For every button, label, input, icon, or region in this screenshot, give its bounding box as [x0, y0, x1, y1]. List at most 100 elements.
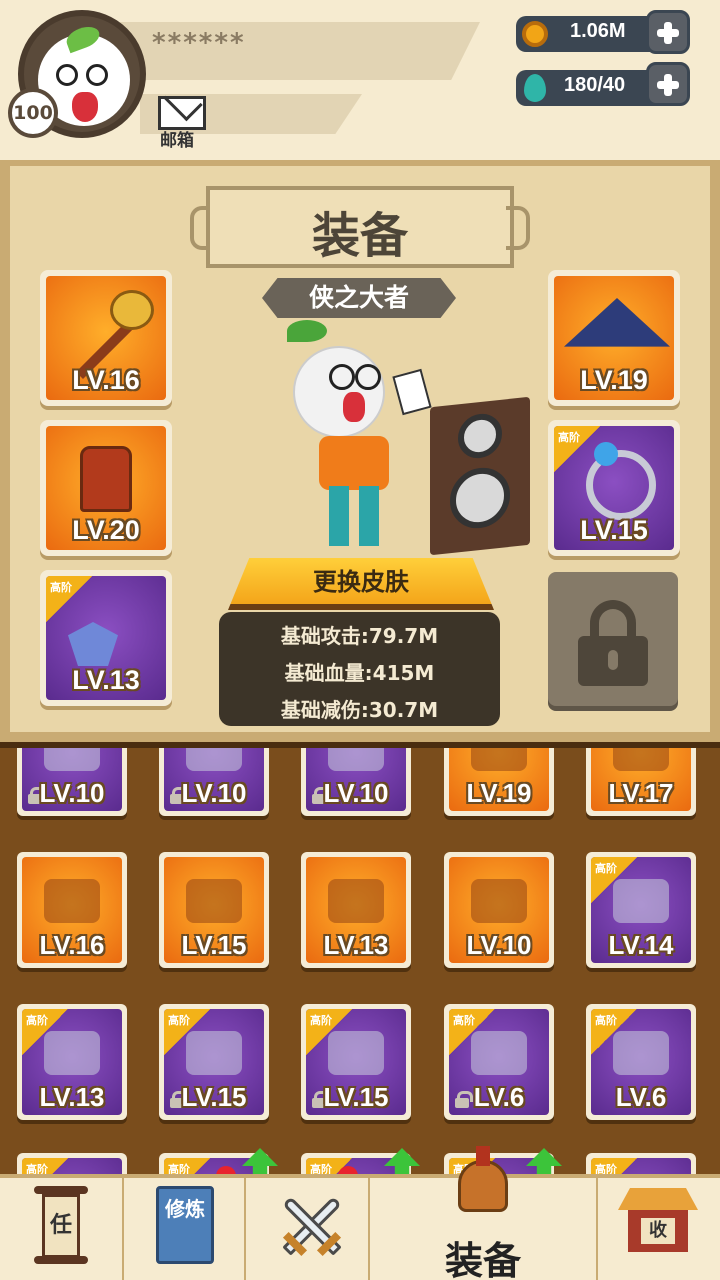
slot-level: LV.6 [615, 1082, 667, 1112]
slot-background: LV.19 [554, 276, 674, 400]
inventory-slot[interactable]: LV.17 [586, 748, 696, 816]
slot-background: 高阶 LV.14 [591, 857, 691, 963]
blade-icon [44, 1031, 100, 1075]
spear-icon [186, 879, 242, 923]
bracer-icon [613, 1031, 669, 1075]
slot-background: 高阶 LV.6 [591, 1009, 691, 1115]
slot-level: LV.10 [39, 778, 105, 808]
slot-background: LV.10 [306, 748, 406, 811]
hero-title: 侠之大者 [262, 278, 456, 318]
tweeter [458, 411, 502, 461]
coin-value: 1.06M [570, 20, 626, 42]
locked-slot[interactable] [548, 572, 678, 706]
necklace-icon [68, 622, 118, 666]
slot-level: LV.15 [181, 930, 247, 960]
nav-equipment[interactable]: 装备 [370, 1146, 598, 1280]
inventory-slot[interactable]: LV.16 [17, 852, 127, 968]
inventory-slot[interactable]: LV.15 [159, 852, 269, 968]
glasses-icon [355, 364, 381, 390]
slot-level: LV.13 [72, 665, 140, 695]
inventory-slot[interactable]: LV.10 [301, 748, 411, 816]
item-icon [186, 748, 242, 771]
inventory-slot[interactable]: 高阶 [586, 1153, 696, 1176]
ring-gem [594, 442, 618, 466]
stat-damage-reduction: 基础减伤:30.7M [280, 698, 439, 722]
gauntlet-icon [613, 879, 669, 923]
inventory-slot[interactable]: 高阶 LV.14 [586, 852, 696, 968]
glasses-icon [329, 364, 355, 390]
scroll-icon: 任 [34, 1186, 88, 1266]
slot-background: LV.10 [22, 748, 122, 811]
nav-equipment-label: 装备 [444, 1239, 521, 1280]
inventory-slot[interactable]: LV.13 [301, 852, 411, 968]
stat-health: 基础血量:415M [284, 661, 435, 685]
stamina-counter: 180/40 [516, 70, 666, 106]
balloon-icon [524, 74, 546, 102]
inventory-slot[interactable]: LV.10 [17, 748, 127, 816]
equip-slot-hat[interactable]: LV.19 [548, 270, 680, 406]
leaf-icon [63, 22, 103, 54]
nav-cultivate[interactable]: 修炼 [124, 1178, 246, 1280]
inventory-slot[interactable]: 高阶 LV.6 [586, 1004, 696, 1120]
inventory-slot[interactable]: LV.19 [444, 748, 554, 816]
slot-level: LV.17 [608, 778, 674, 808]
tier-badge: 高阶 [46, 576, 92, 622]
slot-level: LV.16 [72, 365, 140, 395]
slot-background: LV.15 [164, 857, 264, 963]
envelope-icon [158, 96, 206, 130]
slot-background: LV.13 [306, 857, 406, 963]
hero-leg [359, 486, 379, 546]
equip-slot-ring[interactable]: 高阶 LV.15 [548, 420, 680, 556]
bottom-nav: 任 修炼 装备 收 [0, 1146, 720, 1280]
player-name: ****** [152, 28, 246, 58]
wand-icon [613, 748, 669, 771]
slot-level: LV.20 [72, 515, 140, 545]
add-stamina-button[interactable] [646, 62, 690, 106]
inventory-grid[interactable]: LV.10 LV.10 LV.10 LV.19 LV.17 LV.16 LV.15 LV.13… [0, 742, 720, 1176]
nav-quests[interactable]: 任 [0, 1178, 124, 1280]
hero-character [285, 320, 445, 560]
slot-level: LV.19 [466, 778, 532, 808]
inventory-slot[interactable]: LV.10 [444, 852, 554, 968]
nav-shop[interactable]: 收 [598, 1178, 720, 1280]
slot-level: LV.15 [580, 515, 648, 545]
inventory-slot[interactable]: 高阶 LV.15 [301, 1004, 411, 1120]
inventory-slot[interactable]: 高阶 LV.15 [159, 1004, 269, 1120]
mail-label: 邮箱 [160, 131, 194, 151]
shrine-icon: 收 [618, 1188, 698, 1258]
hero-head [293, 346, 385, 438]
slot-background: LV.10 [164, 748, 264, 811]
slot-background: LV.16 [22, 857, 122, 963]
add-coins-button[interactable] [646, 10, 690, 54]
inventory-slot[interactable]: 高阶 LV.6 [444, 1004, 554, 1120]
change-skin-button[interactable]: 更换皮肤 [228, 558, 494, 610]
item-icon [44, 748, 100, 771]
slot-level: LV.10 [181, 778, 247, 808]
coin-counter: 1.06M [516, 16, 666, 52]
slot-background: 高阶 LV.6 [449, 1009, 549, 1115]
stats-box: 基础攻击:79.7M 基础血量:415M 基础减伤:30.7M [219, 612, 500, 726]
slot-level: LV.13 [323, 930, 389, 960]
equip-slot-necklace[interactable]: 高阶 LV.13 [40, 570, 172, 706]
hero-leg [329, 486, 349, 546]
hat-icon [564, 298, 670, 347]
inventory-slot[interactable]: 高阶 [17, 1153, 127, 1176]
page-title: 装备 [311, 208, 408, 264]
slot-background: LV.19 [449, 748, 549, 811]
slot-background: 高阶 LV.15 [306, 1009, 406, 1115]
nav-battle[interactable] [246, 1178, 370, 1280]
slot-level: LV.10 [323, 778, 389, 808]
player-header: ****** 邮箱 100 1.06M 180/40 [0, 0, 720, 160]
inventory-slot[interactable]: 高阶 LV.13 [17, 1004, 127, 1120]
mouth-icon [343, 392, 365, 422]
armor-icon [80, 446, 132, 512]
slot-level: LV.6 [473, 1082, 525, 1112]
staff-icon [44, 879, 100, 923]
slot-background: 高阶 LV.13 [22, 1009, 122, 1115]
equip-slot-armor[interactable]: LV.20 [40, 420, 172, 556]
stat-attack: 基础攻击:79.7M [280, 624, 439, 648]
inventory-slot[interactable]: LV.10 [159, 748, 269, 816]
coin-icon [522, 21, 548, 47]
equip-slot-weapon[interactable]: LV.16 [40, 270, 172, 406]
book-icon: 修炼 [156, 1186, 214, 1264]
